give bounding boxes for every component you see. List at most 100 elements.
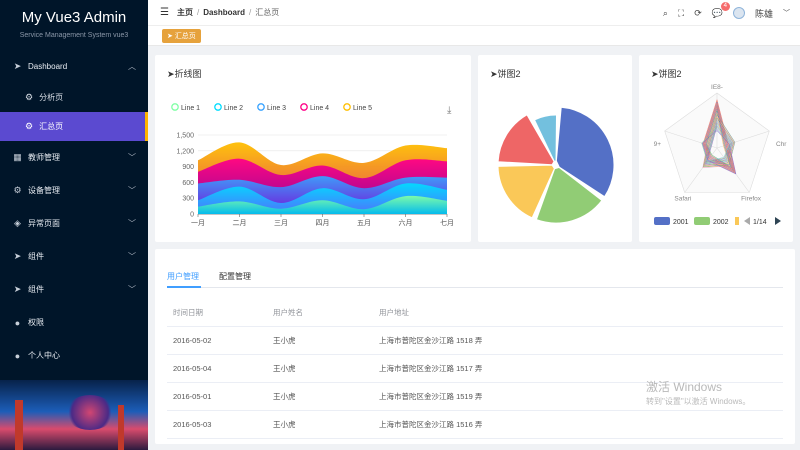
refresh-icon[interactable]: ⟳ [694,8,702,19]
table-cell: 2016-05-02 [173,336,212,345]
column-header: 用户姓名 [273,308,303,317]
y-tick-label: 0 [190,212,194,219]
legend-label: Line 4 [310,105,329,112]
sidebar-item-permissions[interactable]: ● 权限 [0,306,148,339]
sidebar-item-teachers[interactable]: ▦ 教师管理 ﹀ [0,141,148,174]
sidebar-item-components-2[interactable]: ➤ 组件 ﹀ [0,273,148,306]
x-tick-label: 一月 [191,219,205,227]
legend-marker [735,217,739,225]
sidebar-item-dashboard[interactable]: ➤ Dashboard ︿ [0,50,148,83]
sidebar-item-analysis[interactable]: ⚙ 分析页 [0,83,148,112]
grid-icon: ▦ [13,152,22,162]
column-header: 时间日期 [173,308,203,317]
bridge-tower [118,405,124,450]
message-icon[interactable]: 💬 4 [712,1,730,19]
breadcrumb-home[interactable]: 主页 [177,8,193,17]
legend-marker [257,103,265,111]
x-tick-label: 二月 [233,219,247,227]
table-cell: 上海市普陀区金沙江路 1516 弄 [379,420,483,429]
sidebar-item-components-1[interactable]: ➤ 组件 ﹀ [0,240,148,273]
gear-icon: ⚙ [25,121,34,131]
radar-indicator-label: Safari [674,195,691,202]
table-cell: 王小虎 [273,420,296,429]
topbar: ☰ 主页 / Dashboard / 汇总页 ⌕ ⛶ ⟳ 💬 4 陈雄 ﹀ [148,0,800,26]
sidebar-item-label: 教师管理 [28,153,60,162]
column-header: 用户地址 [379,308,409,317]
fullscreen-icon[interactable]: ⛶ [678,8,684,19]
tab-active-indicator [167,286,201,288]
sidebar-item-label: 汇总页 [39,122,64,131]
radar-chart-card: ➤饼图2 IE8- Chr Firefox Safari 9+ 2001 2002 1/14 [639,55,793,242]
layers-icon: ◈ [14,218,21,228]
user-table: 时间日期 用户姓名 用户地址 2016-05-02 王小虎 上海市普陀区金沙江路… [167,299,783,439]
sidebar-item-label: 设备管理 [28,186,60,195]
app-title: My Vue3 Admin [21,8,127,26]
x-tick-label: 三月 [274,219,288,227]
legend-label: Line 2 [224,105,243,112]
x-tick-label: 七月 [440,218,454,227]
tab-users[interactable]: 用户管理 [167,271,199,282]
legend-pager: 1/14 [753,219,767,226]
send-icon: ➤ [13,284,22,294]
chevron-down-icon: ﹀ [128,153,136,162]
gear-icon: ⚙ [25,92,34,102]
bridge-tower [15,400,23,450]
x-tick-label: 四月 [316,219,330,227]
chevron-down-icon[interactable]: ﹀ [783,8,790,18]
breadcrumb-current: 汇总页 [255,8,280,17]
tags-bar: ➤ 汇总页 [148,26,800,46]
radar-indicator-label: IE8- [711,84,723,91]
sidebar-item-devices[interactable]: ⚙ 设备管理 ﹀ [0,174,148,207]
radar-indicator-label: Chr [776,141,787,148]
x-tick-label: 六月 [399,218,413,227]
download-icon: ⤓ [447,105,452,116]
y-tick-label: 300 [182,196,194,203]
x-tick-label: 五月 [357,219,371,227]
windows-activation-watermark: 激活 Windows [646,380,723,394]
y-tick-label: 1,200 [176,148,194,155]
radar-indicator-label: 9+ [654,141,662,148]
menu-fold-icon[interactable]: ☰ [160,7,169,18]
username[interactable]: 陈雄 [755,7,773,20]
sidebar-item-label: 个人中心 [28,351,60,360]
windows-activation-hint: 转到"设置"以激活 Windows。 [646,397,751,406]
table-card: 用户管理 配置管理 时间日期 用户姓名 用户地址 2016-05-02 王小虎 … [155,249,795,444]
tag-summary[interactable]: ➤ 汇总页 [162,28,201,43]
avatar[interactable] [732,7,745,19]
sidebar-item-label: 异常页面 [28,219,60,228]
breadcrumb-dashboard[interactable]: Dashboard [203,8,245,17]
sidebar-menu: ➤ Dashboard ︿ ⚙ 分析页 ⚙ 汇总页 ▦ 教师管理 ﹀ ⚙ 设备管… [0,50,148,372]
table-cell: 2016-05-04 [173,364,212,373]
sidebar-illustration [0,380,148,450]
sidebar: My Vue3 Admin Service Management System … [0,0,148,450]
table-row[interactable]: 2016-05-03 王小虎 上海市普陀区金沙江路 1516 弄 [167,411,783,439]
sidebar-item-profile[interactable]: ● 个人中心 [0,339,148,372]
send-icon: ➤ [13,251,22,261]
legend-prev-icon [744,217,750,225]
pie-chart-card: ➤饼图2 [478,55,632,242]
chevron-down-icon: ﹀ [128,252,136,261]
y-tick-label: 600 [182,180,194,187]
user-icon: ● [14,350,21,361]
table-cell: 上海市普陀区金沙江路 1517 弄 [379,364,483,373]
table-cell: 王小虎 [273,364,296,373]
sidebar-item-label: 组件 [28,285,44,294]
sidebar-item-errors[interactable]: ◈ 异常页面 ﹀ [0,207,148,240]
legend-marker [694,217,710,225]
line-chart: Line 1 Line 2 Line 3 Line 4 Line 5 ⤓ 1,500 1,20… [171,103,454,227]
legend-label: Line 3 [267,105,286,112]
tab-config[interactable]: 配置管理 [219,271,251,282]
user-icon: ● [14,317,21,328]
legend-marker [214,103,222,111]
legend-marker [300,103,308,111]
sidebar-item-summary[interactable]: ⚙ 汇总页 [0,112,148,141]
app-subtitle: Service Management System vue3 [19,32,129,39]
tabs: 用户管理 配置管理 [167,271,251,282]
search-icon[interactable]: ⌕ [663,8,668,19]
notification-badge: 4 [720,1,730,11]
table-row[interactable]: 2016-05-02 王小虎 上海市普陀区金沙江路 1518 弄 [167,327,783,355]
legend-label: 2001 [673,219,689,226]
radar-chart: IE8- Chr Firefox Safari 9+ 2001 2002 1/14 [654,84,788,226]
illustration-glow [65,395,115,430]
table-header: 时间日期 用户姓名 用户地址 [167,299,783,327]
